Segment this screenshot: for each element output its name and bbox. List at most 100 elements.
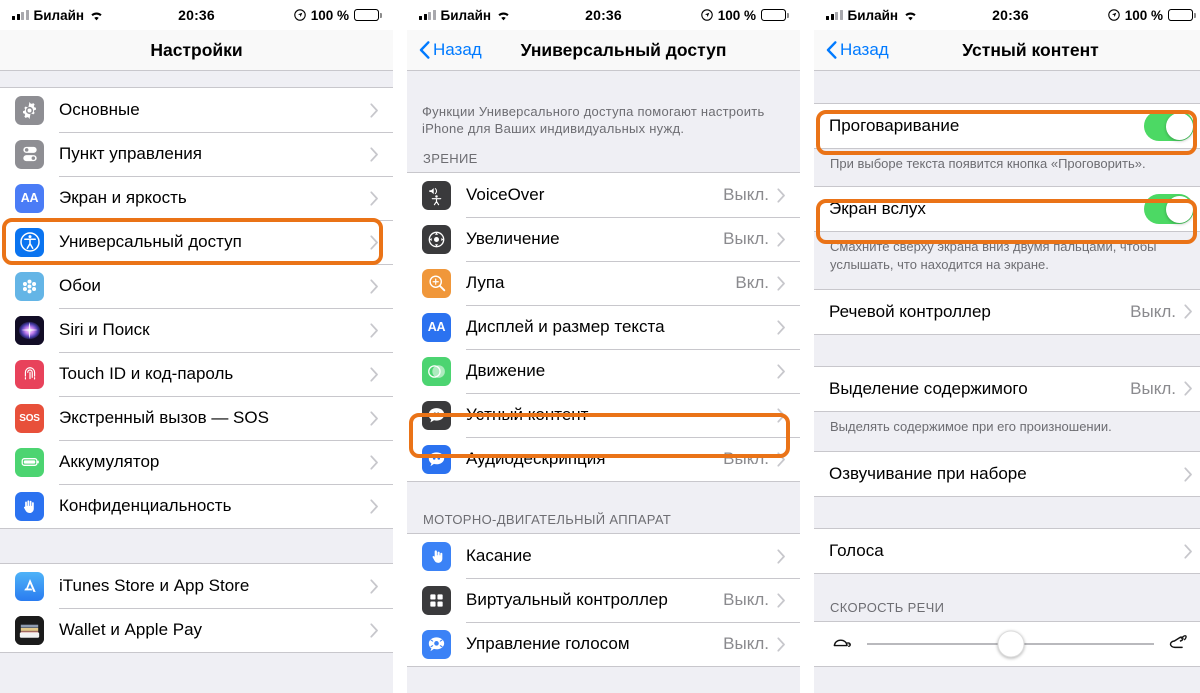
row-label: Касание: [466, 546, 532, 566]
accessibility-row-audio-descriptions[interactable]: Аудиодескрипция Выкл.: [407, 437, 800, 482]
settings-row-siri[interactable]: Siri и Поиск: [0, 308, 393, 352]
sos-icon: SOS: [15, 403, 44, 433]
row-label: Виртуальный контроллер: [466, 590, 668, 610]
settings-row-wallet[interactable]: Wallet и Apple Pay: [0, 608, 393, 652]
row-label: Озвучивание при наборе: [829, 464, 1027, 484]
section-gap-spacer: [407, 482, 800, 513]
settings-row-accessibility[interactable]: Универсальный доступ: [0, 220, 393, 264]
voice-control-icon: [422, 629, 451, 659]
switch-control-icon: [422, 585, 451, 615]
chevron-right-icon: [370, 322, 379, 338]
row-speak-screen[interactable]: Экран вслух: [814, 187, 1200, 232]
speak-screen-toggle[interactable]: [1144, 194, 1194, 225]
highlight-content-footnote: Выделять содержимое при его произношении…: [830, 418, 1112, 434]
chevron-right-icon: [777, 232, 786, 247]
accessibility-row-switch-control[interactable]: Виртуальный контроллер Выкл.: [407, 578, 800, 623]
row-voices[interactable]: Голоса: [814, 529, 1200, 574]
typing-feedback-group: Озвучивание при наборе: [814, 451, 1200, 498]
status-bar-right: 100 %: [700, 7, 789, 23]
settings-row-control-center[interactable]: Пункт управления: [0, 132, 393, 176]
settings-row-emergency-sos[interactable]: SOS Экстренный вызов — SOS: [0, 396, 393, 440]
speech-rate-group: [814, 621, 1200, 668]
back-button[interactable]: Назад: [826, 40, 889, 60]
row-label: Siri и Поиск: [59, 320, 150, 339]
section-header-motor: МОТОРНО-ДВИГАТЕЛЬНЫЙ АППАРАТ: [423, 512, 672, 528]
motion-icon: [422, 356, 451, 386]
battery-icon: [1168, 9, 1196, 21]
status-bar: Билайн 20:36 100 %: [407, 0, 800, 30]
chevron-right-icon: [777, 320, 786, 335]
settings-list[interactable]: Основные Пункт управления AA Экран и ярк…: [0, 71, 393, 693]
row-label: Речевой контроллер: [829, 301, 991, 321]
row-speak-selection[interactable]: Проговаривание: [814, 104, 1200, 148]
accessibility-list[interactable]: Функции Универсального доступа помогают …: [407, 71, 800, 693]
row-label: Wallet и Apple Pay: [59, 620, 203, 639]
row-value: Выкл.: [1130, 378, 1176, 398]
row-label: Аккумулятор: [59, 452, 160, 471]
settings-row-general[interactable]: Основные: [0, 88, 393, 132]
accessibility-icon: [15, 227, 44, 257]
accessibility-intro-text: Функции Универсального доступа помогают …: [422, 104, 765, 137]
display-text-size-icon: AA: [422, 312, 451, 342]
control-center-icon: [15, 139, 44, 169]
speech-rate-track[interactable]: [867, 630, 1154, 658]
voices-group: Голоса: [814, 528, 1200, 575]
privacy-hand-icon: [15, 491, 44, 521]
back-button-label: Назад: [840, 40, 889, 59]
gap-spacer: [814, 172, 1200, 187]
spoken-content-icon: 80: [422, 400, 451, 430]
settings-row-itunes-app-store[interactable]: iTunes Store и App Store: [0, 564, 393, 608]
chevron-right-icon: [777, 549, 786, 564]
accessibility-row-voiceover[interactable]: VoiceOver Выкл.: [407, 173, 800, 218]
list-top-spacer: [407, 71, 800, 103]
location-icon: [700, 9, 713, 21]
chevron-right-icon: [777, 593, 786, 608]
chevron-right-icon: [370, 278, 379, 294]
settings-row-privacy[interactable]: Конфиденциальность: [0, 484, 393, 528]
row-value: Выкл.: [723, 185, 769, 205]
accessibility-row-magnifier[interactable]: Лупа Вкл.: [407, 261, 800, 306]
row-label: Конфиденциальность: [59, 496, 232, 515]
row-typing-feedback[interactable]: Озвучивание при наборе: [814, 452, 1200, 497]
settings-row-touch-id[interactable]: Touch ID и код-пароль: [0, 352, 393, 396]
row-label: Лупа: [466, 273, 505, 293]
accessibility-row-spoken-content[interactable]: 80 Устный контент: [407, 393, 800, 438]
gear-icon: [15, 95, 44, 125]
accessibility-row-zoom[interactable]: Увеличение Выкл.: [407, 217, 800, 262]
row-label: Дисплей и размер текста: [466, 317, 665, 337]
accessibility-row-voice-control[interactable]: Управление голосом Выкл.: [407, 622, 800, 667]
status-bar: Билайн 20:36 100 %: [0, 0, 393, 30]
display-brightness-icon: AA: [15, 183, 44, 213]
speak-selection-toggle[interactable]: [1144, 111, 1194, 141]
panel-gap-1: [393, 0, 407, 693]
row-label: iTunes Store и App Store: [59, 576, 250, 595]
nav-bar-accessibility: Назад Универсальный доступ: [407, 30, 800, 71]
row-label: Пункт управления: [59, 144, 202, 163]
row-speech-controller[interactable]: Речевой контроллер Выкл.: [814, 289, 1200, 334]
settings-row-battery[interactable]: Аккумулятор: [0, 440, 393, 484]
row-label: Универсальный доступ: [59, 232, 242, 251]
accessibility-row-motion[interactable]: Движение: [407, 349, 800, 394]
chevron-right-icon: [370, 410, 379, 426]
gap-spacer: [814, 435, 1200, 452]
status-bar: Билайн 20:36 100 %: [814, 0, 1200, 30]
row-label: Управление голосом: [466, 634, 630, 654]
battery-icon: [354, 9, 382, 21]
speech-rate-knob[interactable]: [997, 630, 1024, 658]
settings-row-display-brightness[interactable]: AA Экран и яркость: [0, 176, 393, 220]
accessibility-row-display-text-size[interactable]: AA Дисплей и размер текста: [407, 305, 800, 350]
gap-spacer: [814, 497, 1200, 529]
row-label: Экран вслух: [829, 199, 926, 219]
section-header-speech-rate: СКОРОСТЬ РЕЧИ: [830, 600, 945, 616]
accessibility-row-touch[interactable]: Касание: [407, 534, 800, 579]
audio-descriptions-icon: [422, 444, 451, 474]
spoken-content-list[interactable]: Проговаривание При выборе текста появитс…: [814, 71, 1200, 693]
row-label: Голоса: [829, 541, 884, 561]
row-label: Обои: [59, 276, 101, 295]
battery-percent-label: 100 %: [717, 7, 756, 23]
row-highlight-content[interactable]: Выделение содержимого Выкл.: [814, 366, 1200, 411]
chevron-right-icon: [1184, 544, 1193, 559]
settings-row-wallpaper[interactable]: Обои: [0, 264, 393, 308]
back-button[interactable]: Назад: [419, 40, 482, 60]
speech-rate-slider-row[interactable]: [814, 622, 1200, 667]
